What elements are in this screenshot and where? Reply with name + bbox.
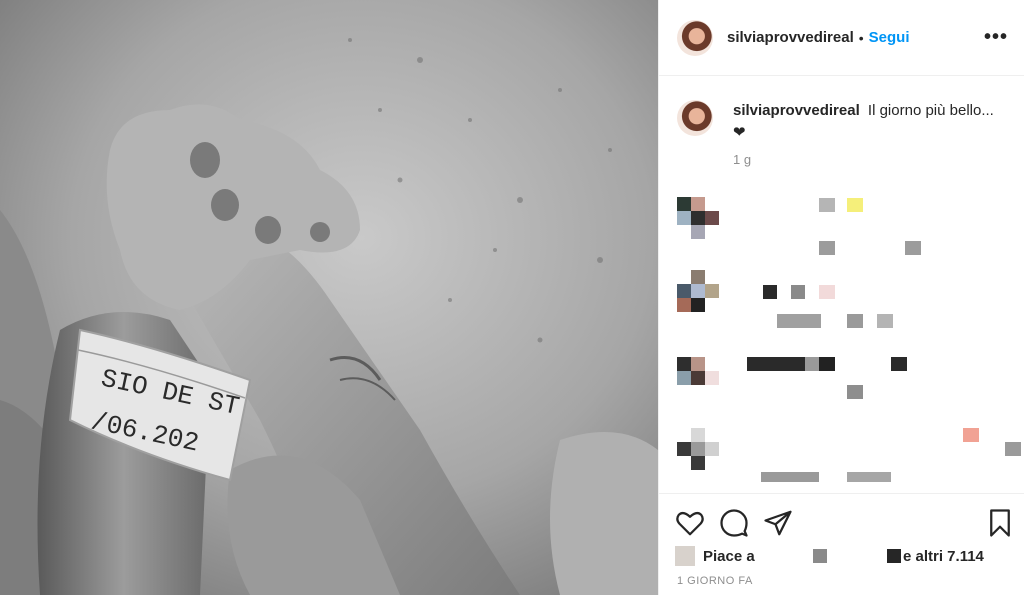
separator-dot: • xyxy=(858,29,864,46)
caption: silviaprovvedireal Il giorno più bello..… xyxy=(677,100,1008,167)
post-header: silviaprovvedireal • Segui ••• xyxy=(659,0,1024,76)
post-photo[interactable]: SIO DE ST /06.202 xyxy=(0,0,658,595)
liker-avatar[interactable] xyxy=(675,546,695,566)
username-link[interactable]: silviaprovvedireal xyxy=(727,29,854,46)
heart-emoji: ❤ xyxy=(733,124,746,141)
caption-username[interactable]: silviaprovvedireal xyxy=(733,102,860,119)
post-sidebar: silviaprovvedireal • Segui ••• silviapro… xyxy=(658,0,1024,595)
follow-button[interactable]: Segui xyxy=(869,29,910,46)
more-options-icon[interactable]: ••• xyxy=(984,26,1008,49)
paper-plane-icon[interactable] xyxy=(763,508,793,538)
caption-body: Il giorno più bello... xyxy=(867,102,994,119)
censored-username xyxy=(812,549,827,563)
comment-icon[interactable] xyxy=(719,508,749,538)
actions-bar: Piace a e altri 7.114 1 GIORNO FA xyxy=(659,493,1024,596)
bookmark-icon[interactable] xyxy=(985,508,1015,538)
avatar[interactable] xyxy=(677,19,713,56)
caption-text: silviaprovvedireal Il giorno più bello..… xyxy=(733,100,1008,144)
caption-avatar[interactable] xyxy=(677,100,713,136)
heart-icon[interactable] xyxy=(675,508,705,538)
caption-time: 1 g xyxy=(733,152,752,167)
photo-illustration: SIO DE ST /06.202 xyxy=(0,0,658,595)
likes-count[interactable]: e altri 7.114 xyxy=(903,548,984,565)
post-timestamp[interactable]: 1 GIORNO FA xyxy=(677,575,753,587)
comments-list xyxy=(659,185,1024,483)
likes-prefix: Piace a xyxy=(703,547,755,565)
likes-summary: Piace a e altri 7.114 xyxy=(675,546,984,566)
censored-username-2 xyxy=(887,549,901,563)
